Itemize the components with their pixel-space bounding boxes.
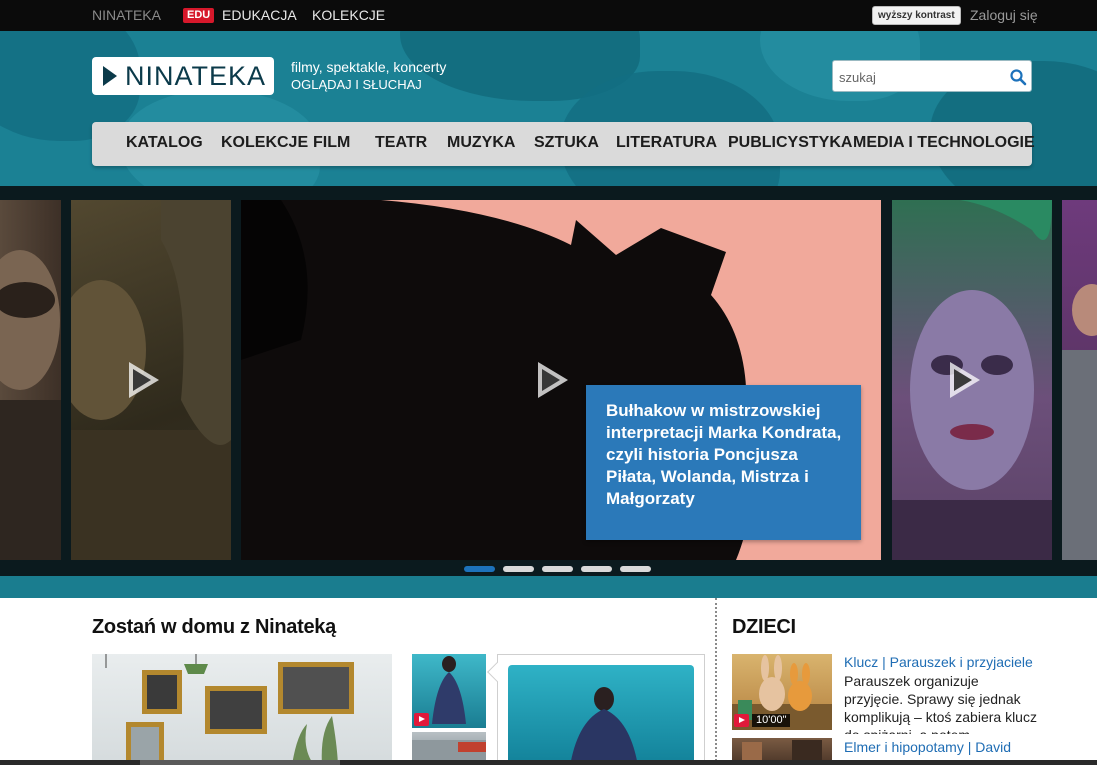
content-area: Zostań w domu z Ninateką DZIECI 10'00" K… <box>0 598 1097 765</box>
nav-item-sztuka[interactable]: SZTUKA <box>534 134 599 152</box>
slide-thumbnail[interactable] <box>71 200 231 560</box>
kids-item-title[interactable]: Klucz | Parauszek i przyjaciele <box>844 654 1033 670</box>
top-kolekcje-link[interactable]: KOLEKCJE <box>312 7 385 23</box>
nav-item-film[interactable]: FILM <box>313 134 350 152</box>
site-logo[interactable]: NINATEKA <box>92 57 274 95</box>
featured-image <box>508 665 694 765</box>
top-brand-link[interactable]: NINATEKA <box>92 7 161 23</box>
section-title: Zostań w domu z Ninateką <box>92 616 336 638</box>
featured-preview[interactable] <box>487 654 705 765</box>
slide-caption-text: Bułhakow w mistrzowskiej interpretacji M… <box>606 401 842 508</box>
promo-image[interactable] <box>92 654 392 765</box>
slider-dot[interactable] <box>581 566 612 572</box>
column-divider <box>715 598 717 765</box>
slider-dot[interactable] <box>503 566 534 572</box>
slide-image <box>0 250 61 560</box>
video-play-icon <box>414 713 429 726</box>
play-icon <box>129 362 159 398</box>
slider-dot[interactable] <box>464 566 495 572</box>
nav-item-literatura[interactable]: LITERATURA <box>616 134 717 152</box>
tagline-line2: OGLĄDAJ I SŁUCHAJ <box>291 77 422 92</box>
nav-item-kolekcje[interactable]: KOLEKCJE <box>221 134 308 152</box>
play-icon <box>950 362 980 398</box>
slider-bottom-stripe <box>0 576 1097 598</box>
preview-pointer <box>487 662 507 682</box>
search-icon[interactable] <box>1009 68 1027 86</box>
kids-item-description: Parauszek organizuje przyjęcie. Sprawy s… <box>844 673 1037 734</box>
nav-item-media-i-technologie[interactable]: MEDIA I TECHNOLOGIE <box>853 134 1035 152</box>
site-header: NINATEKA filmy, spektakle, koncerty OGLĄ… <box>0 31 1097 186</box>
kids-item-title[interactable]: Elmer i hipopotamy | David <box>844 739 1011 755</box>
high-contrast-button[interactable]: wyższy kontrast <box>872 6 961 25</box>
slider-dot[interactable] <box>620 566 651 572</box>
edukacja-link[interactable]: EDUKACJA <box>222 7 297 23</box>
login-link[interactable]: Zaloguj się <box>970 7 1038 23</box>
slide-thumbnail[interactable] <box>1062 200 1097 560</box>
search-input[interactable] <box>839 67 1004 87</box>
nav-item-muzyka[interactable]: MUZYKA <box>447 134 515 152</box>
kids-section-title: DZIECI <box>732 616 796 638</box>
promo-illustration <box>105 654 354 765</box>
main-nav: KATALOG KOLEKCJE FILM TEATR MUZYKA SZTUK… <box>92 122 1035 166</box>
horizontal-scrollbar[interactable] <box>0 760 1097 765</box>
video-play-icon <box>734 714 749 727</box>
slide-image <box>1062 284 1097 560</box>
video-thumbnail[interactable] <box>412 654 486 728</box>
nav-item-katalog[interactable]: KATALOG <box>126 134 203 152</box>
logo-text: NINATEKA <box>125 61 267 91</box>
play-icon <box>538 362 568 398</box>
hero-slider <box>0 186 1097 598</box>
logo-play-icon <box>103 66 117 86</box>
kids-video-thumbnail[interactable]: 10'00" <box>732 654 832 730</box>
edu-badge[interactable]: EDU <box>183 8 215 23</box>
slider-dot[interactable] <box>542 566 573 572</box>
slide-thumbnail[interactable] <box>0 200 61 560</box>
top-bar: NINATEKA EDU EDUKACJA KOLEKCJE wyższy ko… <box>0 0 1097 31</box>
nav-item-publicystyka[interactable]: PUBLICYSTYKA <box>728 134 852 152</box>
scrollbar-thumb[interactable] <box>140 760 340 765</box>
slide-thumbnail[interactable] <box>892 200 1052 560</box>
slide-caption[interactable]: Bułhakow w mistrzowskiej interpretacji M… <box>586 385 861 540</box>
featured-illustration <box>570 687 638 765</box>
tagline-line1: filmy, spektakle, koncerty <box>291 59 447 75</box>
video-duration: 10'00" <box>752 714 791 727</box>
search-box <box>832 60 1032 92</box>
nav-item-teatr[interactable]: TEATR <box>375 134 427 152</box>
